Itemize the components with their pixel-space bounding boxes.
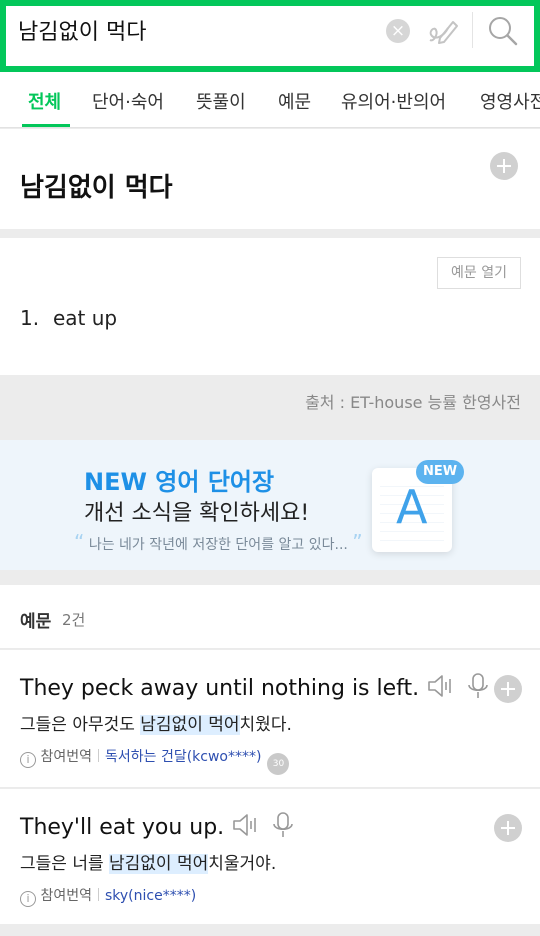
open-quote-icon: “ [74,530,85,554]
tab-all[interactable]: 전체 [28,88,61,114]
meaning-number: 1. [20,306,40,330]
meaning-card: 예문 열기 1. eat up [0,238,540,375]
speaker-icon[interactable] [426,673,456,705]
example-meta: i 참여번역 독서하는 건달(kcwo****) 30 [20,746,290,775]
add-icon[interactable] [490,152,518,180]
banner-subtitle: 개선 소식을 확인하세요! [84,501,310,526]
source-bar: 출처 : ET-house 능률 한영사전 [0,375,540,425]
meaning-text[interactable]: eat up [53,306,117,330]
example-sentence-ko: 그들은 아무것도 남김없이 먹어치웠다. [20,715,292,735]
info-icon[interactable]: i [20,891,36,907]
example-sentence-en[interactable]: They'll eat you up. [20,811,298,845]
example-item: They peck away until nothing is left. 그들… [0,650,540,788]
recommend-badge: 30 [267,753,290,775]
banner-quote: “ 나는 네가 작년에 저장한 단어를 알고 있다... ” [74,530,363,554]
tab-active-indicator [22,124,70,127]
search-bar: 남김없이 먹다 × [0,0,540,72]
new-badge: NEW [416,460,464,484]
entry-header-card: 남김없이 먹다 [0,129,540,229]
example-open-button[interactable]: 예문 열기 [437,257,521,289]
speaker-icon[interactable] [231,812,261,844]
add-icon[interactable] [494,675,522,703]
banner-title: NEW 영어 단어장 [84,468,275,496]
info-icon[interactable]: i [20,752,36,768]
author-link[interactable]: sky(nice****) [105,888,196,904]
examples-count: 2건 [62,611,86,629]
tab-examples[interactable]: 예문 [278,88,311,114]
dictionary-page: 남김없이 먹다 × 전체 단어·숙어 뜻풀이 예문 유의어·반의어 영영사전 남… [0,0,540,936]
search-divider [472,12,473,48]
examples-title: 예문 [20,612,52,632]
mic-icon[interactable] [268,811,298,845]
search-icon[interactable] [484,12,522,50]
tab-words-idioms[interactable]: 단어·숙어 [92,88,164,114]
example-meta: i 참여번역 sky(nice****) [20,885,196,907]
example-item: They'll eat you up. 그들은 너를 남김없이 먹어치울거야. … [0,789,540,924]
search-input[interactable]: 남김없이 먹다 [18,14,146,46]
close-quote-icon: ” [352,530,363,554]
handwriting-icon[interactable] [424,14,460,48]
author-link[interactable]: 독서하는 건달(kcwo****) [105,749,261,765]
entry-title: 남김없이 먹다 [20,173,173,203]
category-tabs: 전체 단어·숙어 뜻풀이 예문 유의어·반의어 영영사전 [0,72,540,128]
contribution-label[interactable]: 참여번역 [40,888,92,904]
tab-definitions[interactable]: 뜻풀이 [196,88,246,114]
wordbook-letter: A [396,480,428,534]
tab-english-dictionary[interactable]: 영영사전 [480,88,540,114]
mic-icon[interactable] [463,672,493,706]
add-icon[interactable] [494,814,522,842]
example-sentence-ko: 그들은 너를 남김없이 먹어치울거야. [20,854,277,874]
source-text[interactable]: 출처 : ET-house 능률 한영사전 [305,389,521,413]
examples-header: 예문 2건 [0,585,540,649]
wordbook-banner[interactable]: NEW 영어 단어장 개선 소식을 확인하세요! “ 나는 네가 작년에 저장한… [0,440,540,570]
tab-synonyms-antonyms[interactable]: 유의어·반의어 [341,88,446,114]
clear-icon[interactable]: × [386,19,410,43]
example-sentence-en[interactable]: They peck away until nothing is left. [20,672,493,706]
contribution-label[interactable]: 참여번역 [40,749,92,765]
